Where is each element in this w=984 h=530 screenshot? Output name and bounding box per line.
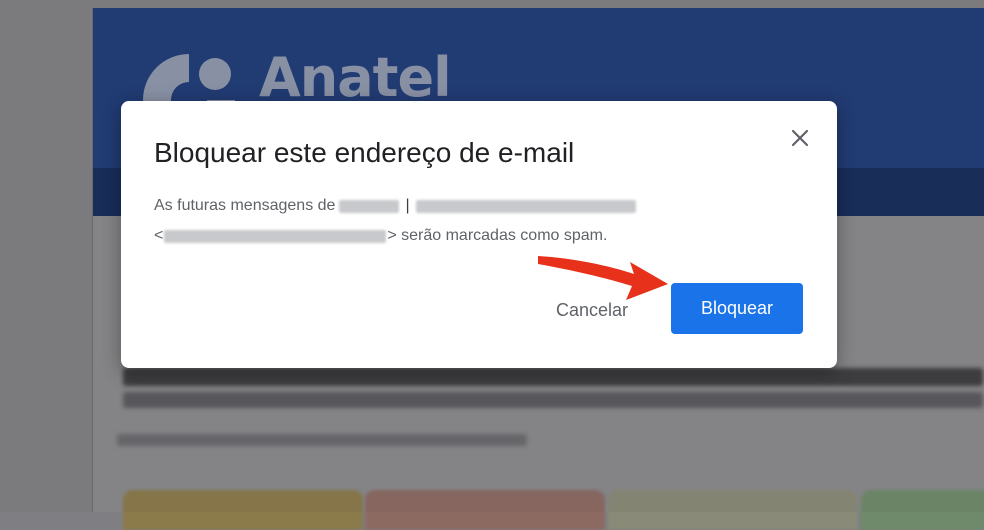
block-button[interactable]: Bloquear [671,283,803,334]
message-prefix: As futuras mensagens de [154,197,336,214]
redacted-sender-name [339,199,400,213]
block-address-dialog: Bloquear este endereço de e-mail As futu… [121,101,837,368]
close-button[interactable] [785,123,815,153]
redacted-email-address [164,229,387,243]
dialog-message-line-2: < > serão marcadas como spam. [154,227,607,245]
dialog-title: Bloquear este endereço de e-mail [154,137,575,168]
email-open-bracket: < [154,227,164,244]
message-suffix: > serão marcadas como spam. [387,227,608,244]
dialog-message-line-1: As futuras mensagens de | [154,197,640,215]
message-separator: | [405,197,410,214]
close-icon [791,129,809,147]
arrow-pointer-icon [538,256,668,300]
redacted-sender-org [415,199,636,213]
